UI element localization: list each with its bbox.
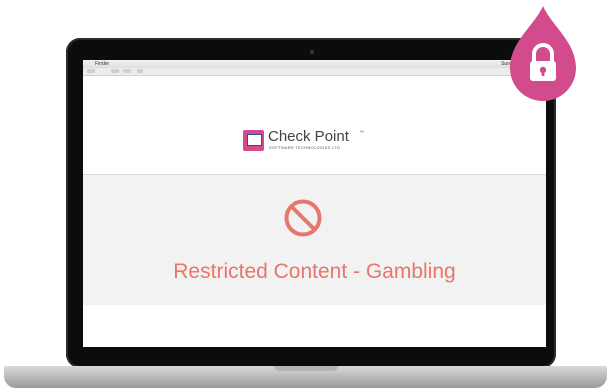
toolbar-share-button[interactable] <box>137 69 143 73</box>
checkpoint-logo-icon <box>243 130 264 151</box>
laptop-screen: Finder Sun Check Point ™ SOFTWARE TECHNO… <box>83 60 546 347</box>
toolbar-back-button[interactable] <box>87 69 95 73</box>
menu-app-name[interactable]: Finder <box>95 60 109 68</box>
block-panel: Restricted Content - Gambling <box>83 175 546 305</box>
brand-name: Check Point <box>268 128 349 145</box>
page-header-area <box>83 76 546 174</box>
toolbar-action-button[interactable] <box>123 69 131 73</box>
webcam <box>310 50 314 54</box>
toolbar-view-button[interactable] <box>111 69 119 73</box>
restriction-message: Restricted Content - Gambling <box>173 260 456 283</box>
toolbar <box>83 68 546 76</box>
laptop-notch <box>274 366 338 371</box>
brand-trademark: ™ <box>359 130 364 136</box>
laptop-base <box>4 366 607 388</box>
prohibited-icon <box>284 199 322 237</box>
brand-subtitle: SOFTWARE TECHNOLOGIES LTD. <box>269 145 342 150</box>
lock-icon <box>510 6 576 101</box>
checkpoint-logo: Check Point ™ SOFTWARE TECHNOLOGIES LTD. <box>243 128 373 154</box>
